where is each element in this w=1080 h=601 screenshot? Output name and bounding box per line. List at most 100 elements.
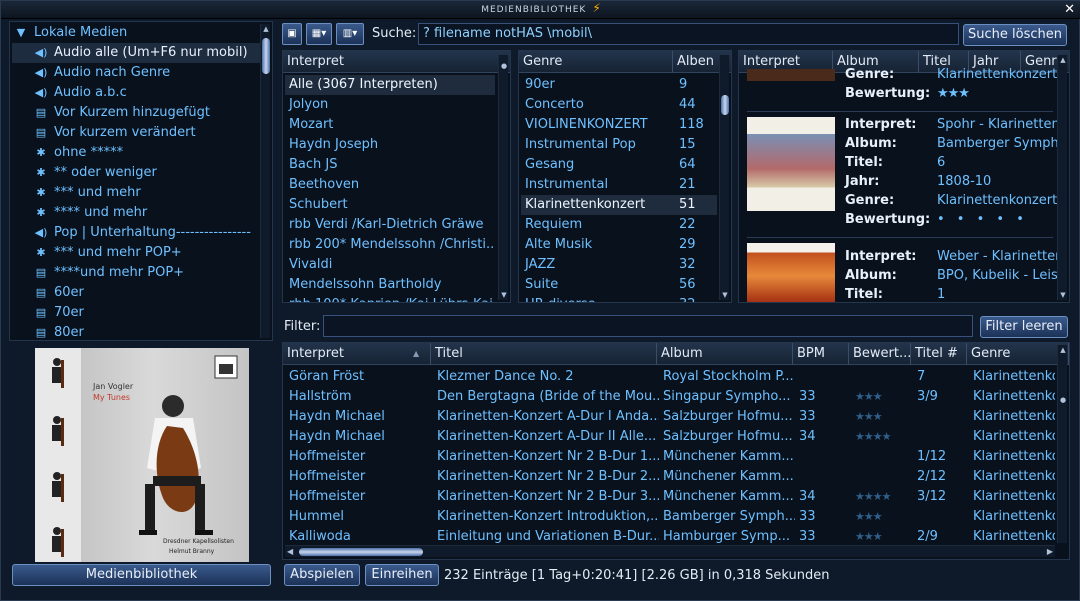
play-button[interactable]: Abspielen (284, 564, 360, 586)
tree-item[interactable]: ◀) Pop | Unterhaltung---------------- (12, 223, 260, 243)
search-input[interactable]: ? filename notHAS \mobil\ (418, 23, 959, 45)
table-row[interactable]: Hummel Klarinetten-Konzert Introduktion,.… (285, 507, 1055, 527)
search-clear-button[interactable]: Suche löschen (963, 24, 1067, 46)
genre-row[interactable]: JAZZ 32 (521, 255, 717, 275)
artist-row[interactable]: Alle (3067 Interpreten) (285, 75, 495, 95)
tree-item[interactable]: ✱ *** und mehr (12, 183, 260, 203)
album-field-value: BPO, Kubelik - Leis (937, 268, 1058, 283)
artists-scrollbar[interactable]: ● ▼ (498, 55, 508, 300)
column-header-genre[interactable]: Genre (967, 343, 1069, 365)
tree-item[interactable]: ✱ *** und mehr POP+ (12, 243, 260, 263)
filter-label: Filter: (284, 319, 321, 334)
tree-item[interactable]: ◀) Audio alle (Um+F6 nur mobil) (12, 43, 260, 63)
scroll-right-icon[interactable]: ▶ (1047, 546, 1053, 558)
tree-item[interactable]: ◀) Audio nach Genre (12, 63, 260, 83)
tree-item[interactable]: ▤ 80er (12, 323, 260, 340)
scroll-up-icon[interactable]: ▲ (261, 24, 271, 34)
column-header-bpm[interactable]: BPM (793, 343, 849, 365)
albums-scrollbar[interactable]: ▲ ▼ (1057, 55, 1067, 300)
tree-item[interactable]: ◀) Audio a.b.c (12, 83, 260, 103)
scroll-down-icon[interactable]: ▼ (720, 290, 730, 300)
scroll-marker-icon[interactable]: ● (1058, 395, 1068, 405)
genre-row[interactable]: Concerto 44 (521, 95, 717, 115)
tracks-scrollbar[interactable]: ▲ ● (1057, 345, 1067, 543)
genre-row[interactable]: 90er 9 (521, 75, 717, 95)
scroll-thumb[interactable] (299, 548, 423, 556)
artist-row[interactable]: Jolyon (285, 95, 495, 115)
tree-item[interactable]: ✱ ohne ***** (12, 143, 260, 163)
genre-name: Instrumental (525, 177, 609, 192)
filter-input[interactable] (323, 315, 973, 337)
genre-row[interactable]: Alte Musik 29 (521, 235, 717, 255)
albums-pane: Interpret Album Titel Jahr Genre Genre: K… (738, 50, 1070, 303)
genre-scrollbar[interactable]: ▼ (719, 55, 729, 300)
genre-row[interactable]: Requiem 22 (521, 215, 717, 235)
tree-scrollbar[interactable]: ▲ (260, 24, 270, 338)
genre-row[interactable]: Instrumental Pop 15 (521, 135, 717, 155)
table-row[interactable]: Hoffmeister Klarinetten-Konzert Nr 2 B-Du… (285, 487, 1055, 507)
tree-item[interactable]: ▤ ****und mehr POP+ (12, 263, 260, 283)
column-header-interpret[interactable]: Interpret (283, 343, 431, 365)
tree-item[interactable]: ▤ 60er (12, 283, 260, 303)
tree-item[interactable]: ▤ Vor Kurzem hinzugefügt (12, 103, 260, 123)
tree-item[interactable]: ✱ ** oder weniger (12, 163, 260, 183)
tree-item[interactable]: ✱ **** und mehr (12, 203, 260, 223)
column-header-bewertung[interactable]: Bewert... (849, 343, 911, 365)
artist-row[interactable]: Vivaldi (285, 255, 495, 275)
close-icon[interactable]: ✕ (1064, 1, 1075, 19)
scroll-thumb[interactable] (262, 38, 270, 74)
genre-row[interactable]: Gesang 64 (521, 155, 717, 175)
artist-row[interactable]: Haydn Joseph (285, 135, 495, 155)
queue-button[interactable]: Einreihen (365, 564, 439, 586)
album-cover-3[interactable] (747, 243, 835, 302)
artist-row[interactable]: rbb 200* Mendelssohn /Christi... (285, 235, 495, 255)
table-row[interactable]: Haydn Michael Klarinetten-Konzert A-Dur I… (285, 407, 1055, 427)
album-cover-1[interactable] (747, 69, 835, 81)
column-header-genre[interactable]: Genre (519, 51, 673, 73)
artist-row[interactable]: rbb Verdi /Karl-Dietrich Gräwe (285, 215, 495, 235)
album-field-value: ★★★ (937, 86, 970, 101)
artist-row[interactable]: Bach JS (285, 155, 495, 175)
artist-row[interactable]: Mozart (285, 115, 495, 135)
genre-row[interactable]: HR diverse 32 (521, 295, 717, 302)
table-row[interactable]: Hoffmeister Klarinetten-Konzert Nr 2 B-Du… (285, 447, 1055, 467)
tracks-hscrollbar[interactable]: ◀ ▶ (285, 545, 1055, 557)
table-row[interactable]: Hoffmeister Klarinetten-Konzert Nr 2 B-Du… (285, 467, 1055, 487)
scroll-down-icon[interactable]: ▼ (499, 290, 509, 300)
table-row[interactable]: Haydn Michael Klarinetten-Konzert A-Dur I… (285, 427, 1055, 447)
scroll-up-icon[interactable]: ● (499, 61, 509, 71)
column-header-interpret[interactable]: Interpret (283, 51, 495, 73)
column-header-album[interactable]: Album (657, 343, 793, 365)
column-header-titel[interactable]: Titel (431, 343, 657, 365)
scroll-thumb[interactable] (721, 95, 729, 115)
scroll-up-icon[interactable]: ▲ (1058, 55, 1068, 65)
artist-row[interactable]: Beethoven (285, 175, 495, 195)
filter-clear-button[interactable]: Filter leeren (980, 316, 1068, 338)
layout-button[interactable]: ▦▾ (306, 23, 332, 45)
artist-name: Mendelssohn Bartholdy (289, 277, 442, 292)
view-toggle-button[interactable]: ▣ (282, 23, 302, 45)
artist-row[interactable]: Schubert (285, 195, 495, 215)
table-row[interactable]: Hallström Den Bergtagna (Bride of the Mou… (285, 387, 1055, 407)
tree-root-item[interactable]: ▼ Lokale Medien (14, 23, 262, 43)
album-cover-2[interactable] (747, 117, 835, 211)
artist-row[interactable]: Mendelssohn Bartholdy (285, 275, 495, 295)
library-button[interactable]: Medienbibliothek (12, 564, 271, 586)
scroll-left-icon[interactable]: ◀ (287, 546, 293, 558)
column-header-titel-nr[interactable]: Titel # (911, 343, 967, 365)
sort-ascending-icon[interactable]: ▲ (413, 343, 419, 365)
columns-button[interactable]: ▥▾ (336, 23, 364, 45)
artist-row[interactable]: rbb 100* Kaprien /Kai Lührs-Kai... (285, 295, 495, 302)
column-header-alben[interactable]: Alben (673, 51, 721, 73)
genre-row[interactable]: Instrumental 21 (521, 175, 717, 195)
genre-row[interactable]: Suite 56 (521, 275, 717, 295)
scroll-down-icon[interactable]: ▼ (1058, 290, 1068, 300)
table-row[interactable]: Kalliwoda Einleitung und Variationen B-Du… (285, 527, 1055, 547)
genre-row[interactable]: Klarinettenkonzert 51 (521, 195, 717, 215)
tree-item[interactable]: ▤ 70er (12, 303, 260, 323)
tree-item[interactable]: ▤ Vor kurzem verändert (12, 123, 260, 143)
scroll-up-icon[interactable]: ▲ (1058, 345, 1068, 355)
expand-triangle-icon[interactable]: ▼ (14, 23, 28, 43)
genre-row[interactable]: VIOLINENKONZERT 118 (521, 115, 717, 135)
table-row[interactable]: Göran Fröst Klezmer Dance No. 2 Royal Stoc… (285, 367, 1055, 387)
